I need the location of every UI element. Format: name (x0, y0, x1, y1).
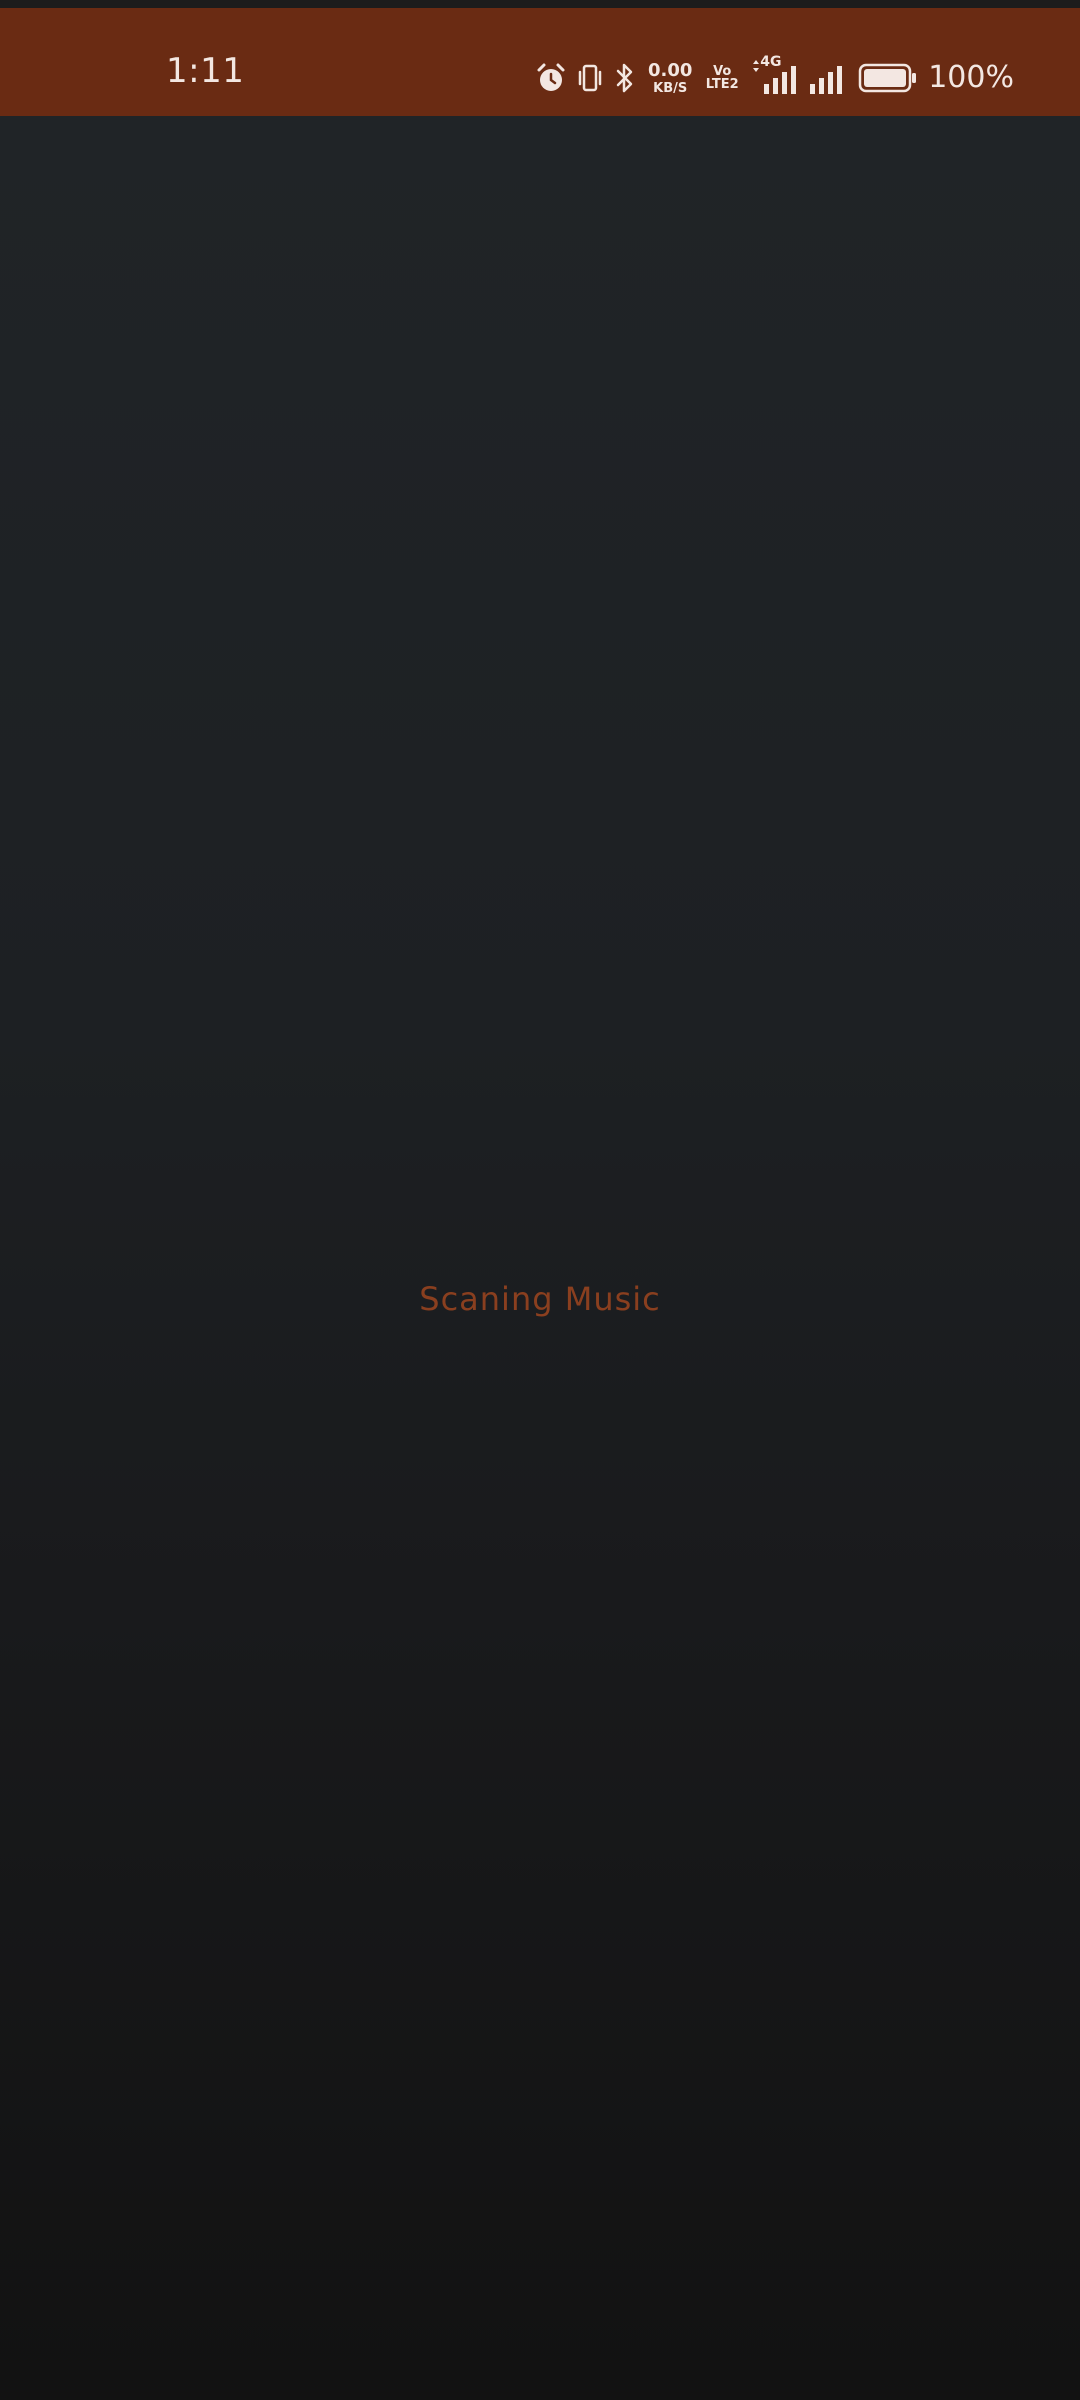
volte-bottom-label: LTE2 (705, 77, 739, 92)
signal-4g-icon: 4G (750, 54, 798, 96)
volte-indicator: Vo LTE2 (704, 65, 740, 91)
status-bar: 1:11 0.00 KB/S Vo LTE2 4G 100% (0, 8, 1080, 116)
alarm-icon (536, 62, 566, 94)
status-icons: 0.00 KB/S Vo LTE2 4G 100% (536, 54, 1014, 98)
battery-icon (858, 62, 918, 94)
network-speed-value: 0.00 (648, 59, 693, 81)
network-speed: 0.00 KB/S (646, 59, 694, 96)
status-time: 1:11 (166, 51, 245, 91)
network-speed-unit: KB/S (653, 80, 688, 96)
network-type-label: 4G (760, 54, 782, 70)
battery-percentage: 100% (928, 60, 1014, 95)
bluetooth-icon (614, 62, 636, 94)
signal-icon (808, 60, 848, 96)
vibrate-icon (576, 63, 604, 93)
main-content (0, 116, 1080, 2400)
scanning-status-text: Scaning Music (419, 1280, 661, 1318)
top-edge (0, 0, 1080, 8)
